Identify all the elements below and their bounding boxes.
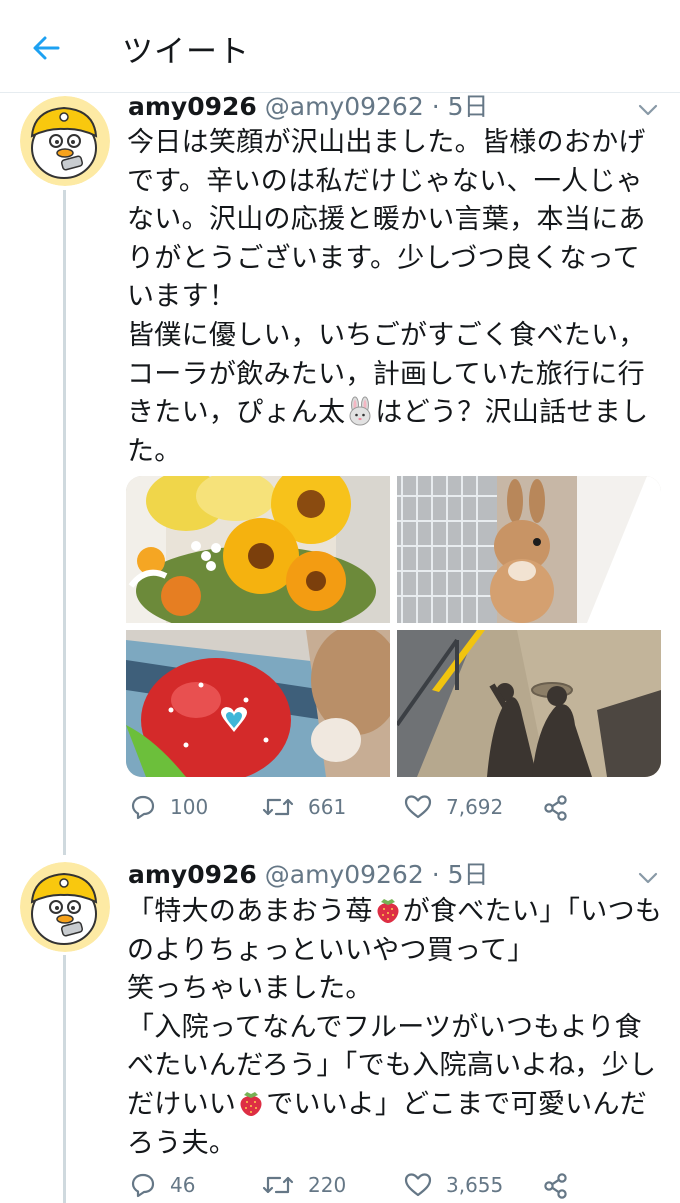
reply-button[interactable]: 100 <box>130 794 208 820</box>
tweet-actions: 100 661 7,692 <box>126 794 576 828</box>
top-bar: ツイート <box>0 0 680 93</box>
heart-icon <box>404 795 432 819</box>
tweet-text-part: 今日は笑顔が沢山出ました。皆様のおかげです。辛いのは私だけじゃない、一人じゃない… <box>127 127 646 429</box>
share-button[interactable] <box>542 794 570 822</box>
reply-count: 46 <box>170 1173 196 1197</box>
avatar[interactable] <box>20 862 110 952</box>
user-handle[interactable]: @amy09262 <box>265 92 424 121</box>
timestamp[interactable]: 5日 <box>448 860 489 889</box>
retweet-button[interactable]: 220 <box>262 1172 346 1198</box>
share-button[interactable] <box>542 1172 570 1200</box>
retweet-icon <box>262 798 294 816</box>
separator-dot: · <box>431 860 440 889</box>
reply-icon <box>131 795 155 820</box>
tweet-header: amy0926 @amy09262 · 5日 <box>128 860 489 890</box>
reply-button[interactable]: 46 <box>130 1172 195 1198</box>
tweet-text-part: が食べたい」「いつものよりちょっといいやつ買って」 笑っちゃいました。 「入院っ… <box>127 896 663 1120</box>
strawberry-emoji-icon <box>240 1091 262 1116</box>
tweet-text: 今日は笑顔が沢山出ました。皆様のおかげです。辛いのは私だけじゃない、一人じゃない… <box>127 124 667 471</box>
display-name[interactable]: amy0926 <box>128 92 257 121</box>
retweet-button[interactable]: 661 <box>262 794 346 820</box>
thread-line <box>63 955 66 1203</box>
tweet-thread-screen: ツイート amy0926 @amy09262 · 5日 今日は笑顔が沢山出ました… <box>0 0 680 1203</box>
photo-rabbit-with-strawberry-toy[interactable] <box>126 630 390 777</box>
tweet-actions: 46 220 3,655 <box>126 1172 576 1203</box>
tweet-text: 「特大のあまおう苺 が食べたい」「いつものよりちょっといいやつ買って」 笑っちゃ… <box>127 893 667 1163</box>
display-name[interactable]: amy0926 <box>128 860 257 889</box>
photo-sunflower-bouquet[interactable] <box>126 476 390 623</box>
user-handle[interactable]: @amy09262 <box>265 860 424 889</box>
separator-dot: · <box>431 92 440 121</box>
thread-line <box>63 190 66 855</box>
strawberry-emoji-icon <box>377 899 399 923</box>
page-title: ツイート <box>122 34 250 70</box>
photo-rabbit-in-cage[interactable] <box>397 476 661 623</box>
like-count: 7,692 <box>446 795 504 819</box>
heart-icon <box>404 1173 432 1197</box>
retweet-count: 220 <box>308 1173 347 1197</box>
reply-count: 100 <box>170 795 209 819</box>
like-count: 3,655 <box>446 1173 504 1197</box>
reply-icon <box>131 1173 155 1198</box>
timestamp[interactable]: 5日 <box>448 92 489 121</box>
tweet-header: amy0926 @amy09262 · 5日 <box>128 92 489 122</box>
share-icon <box>544 795 567 821</box>
tweet-text-part: 「特大のあまおう苺 <box>127 896 373 927</box>
rabbit-emoji-icon <box>349 396 371 426</box>
share-icon <box>544 1173 567 1199</box>
chevron-down-icon[interactable] <box>636 102 660 118</box>
retweet-count: 661 <box>308 795 347 819</box>
like-button[interactable]: 7,692 <box>404 794 503 820</box>
like-button[interactable]: 3,655 <box>404 1172 503 1198</box>
media-grid <box>126 476 661 777</box>
chevron-down-icon[interactable] <box>636 870 660 886</box>
back-button[interactable] <box>26 28 66 68</box>
avatar[interactable] <box>20 96 110 186</box>
photo-shadows-on-bridge[interactable] <box>397 630 661 777</box>
retweet-icon <box>262 1176 294 1194</box>
arrow-left-icon <box>33 36 60 60</box>
